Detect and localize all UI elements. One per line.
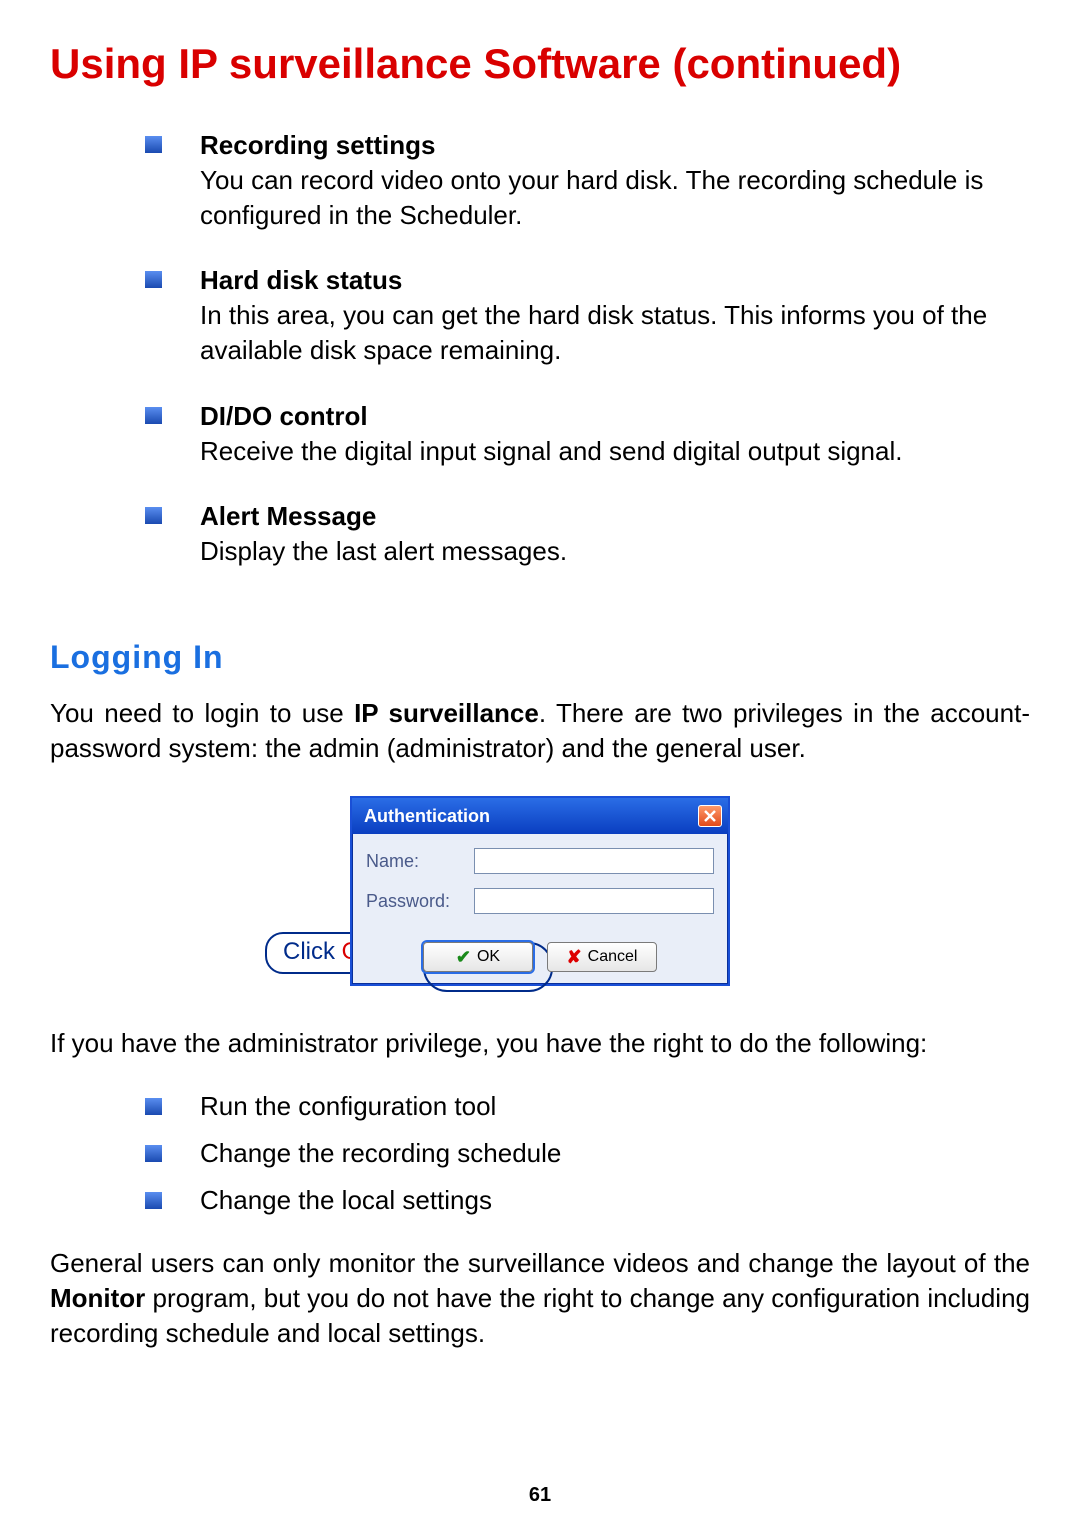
text-bold: Monitor <box>50 1283 145 1313</box>
feature-desc: Display the last alert messages. <box>200 536 567 566</box>
text-span: program, but you do not have the right t… <box>50 1283 1030 1348</box>
dialog-title: Authentication <box>364 806 490 827</box>
admin-intro-text: If you have the administrator privilege,… <box>50 1026 1030 1061</box>
authentication-dialog: Authentication Name: Password: <box>350 796 730 986</box>
name-label: Name: <box>366 851 464 872</box>
ok-button-highlight: ✔ OK <box>423 942 533 972</box>
name-input[interactable] <box>474 848 714 874</box>
square-bullet-icon <box>145 128 200 158</box>
password-label: Password: <box>366 891 464 912</box>
feature-desc: Receive the digital input signal and sen… <box>200 436 902 466</box>
section-heading-logging-in: Logging In <box>50 639 1030 676</box>
ok-label: OK <box>477 948 500 966</box>
feature-title: DI/DO control <box>200 399 1030 434</box>
square-bullet-icon <box>145 1138 200 1169</box>
close-button[interactable] <box>698 805 722 827</box>
ok-button[interactable]: ✔ OK <box>423 942 533 972</box>
page-title: Using IP surveillance Software (continue… <box>50 40 1030 88</box>
general-user-text: General users can only monitor the surve… <box>50 1246 1030 1351</box>
list-item: Run the configuration tool <box>145 1091 1030 1122</box>
feature-title: Alert Message <box>200 499 1030 534</box>
password-input[interactable] <box>474 888 714 914</box>
close-icon <box>703 809 717 823</box>
text-span: General users can only monitor the surve… <box>50 1248 1030 1278</box>
check-icon: ✔ <box>456 947 471 968</box>
feature-desc: You can record video onto your hard disk… <box>200 165 983 230</box>
dialog-titlebar: Authentication <box>352 798 728 834</box>
list-item: Change the recording schedule <box>145 1138 1030 1169</box>
text-span: You need to login to use <box>50 698 354 728</box>
callout-prefix: Click <box>283 938 342 965</box>
cancel-label: Cancel <box>588 948 638 966</box>
privilege-list: Run the configuration tool Change the re… <box>145 1091 1030 1216</box>
page-number: 61 <box>0 1484 1080 1507</box>
feature-desc: In this area, you can get the hard disk … <box>200 300 987 365</box>
list-item-text: Run the configuration tool <box>200 1091 496 1122</box>
login-intro-text: You need to login to use IP surveillance… <box>50 696 1030 766</box>
feature-alert-message: Alert Message Display the last alert mes… <box>145 499 1030 569</box>
feature-title: Recording settings <box>200 128 1030 163</box>
square-bullet-icon <box>145 263 200 293</box>
cancel-button[interactable]: ✘ Cancel <box>547 942 657 972</box>
square-bullet-icon <box>145 399 200 429</box>
square-bullet-icon <box>145 499 200 529</box>
square-bullet-icon <box>145 1185 200 1216</box>
feature-recording-settings: Recording settings You can record video … <box>145 128 1030 233</box>
feature-hard-disk-status: Hard disk status In this area, you can g… <box>145 263 1030 368</box>
list-item-text: Change the recording schedule <box>200 1138 561 1169</box>
x-icon: ✘ <box>567 947 582 968</box>
feature-dido-control: DI/DO control Receive the digital input … <box>145 399 1030 469</box>
feature-list: Recording settings You can record video … <box>145 128 1030 569</box>
list-item-text: Change the local settings <box>200 1185 492 1216</box>
text-bold: IP surveillance <box>354 698 539 728</box>
dialog-screenshot: Click OK Authentication Name: Password: <box>50 796 1030 986</box>
feature-title: Hard disk status <box>200 263 1030 298</box>
list-item: Change the local settings <box>145 1185 1030 1216</box>
square-bullet-icon <box>145 1091 200 1122</box>
